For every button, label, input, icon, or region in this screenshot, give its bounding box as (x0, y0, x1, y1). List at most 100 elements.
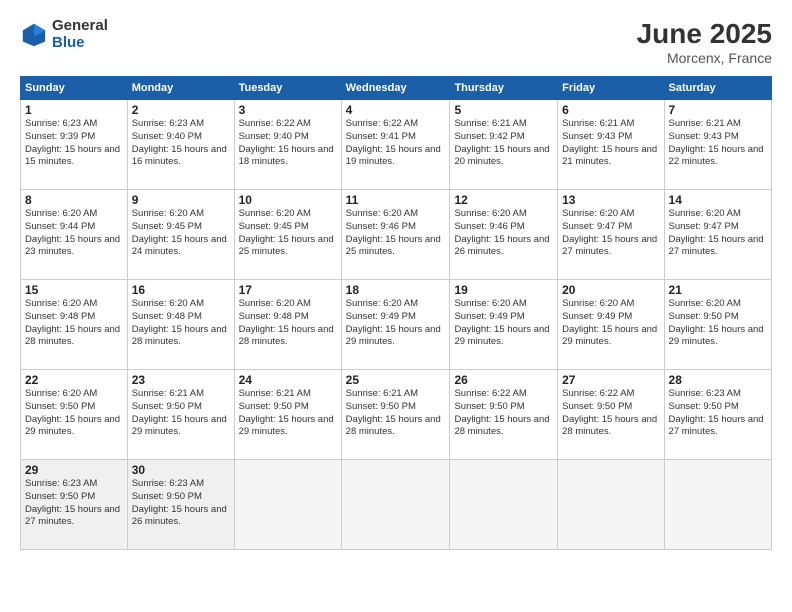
day-number: 29 (25, 463, 123, 477)
day-info: Sunrise: 6:23 AMSunset: 9:39 PMDaylight:… (25, 118, 123, 169)
day-info: Sunrise: 6:21 AMSunset: 9:50 PMDaylight:… (132, 388, 230, 439)
page: General Blue June 2025 Morcenx, France S… (0, 0, 792, 612)
col-thursday: Thursday (450, 77, 558, 100)
table-cell: 17Sunrise: 6:20 AMSunset: 9:48 PMDayligh… (234, 280, 341, 370)
day-number: 13 (562, 193, 659, 207)
day-number: 14 (669, 193, 767, 207)
table-cell: 18Sunrise: 6:20 AMSunset: 9:49 PMDayligh… (341, 280, 450, 370)
day-number: 26 (454, 373, 553, 387)
title-location: Morcenx, France (637, 50, 772, 66)
day-info: Sunrise: 6:22 AMSunset: 9:50 PMDaylight:… (454, 388, 553, 439)
table-row: 22Sunrise: 6:20 AMSunset: 9:50 PMDayligh… (21, 370, 772, 460)
table-cell: 19Sunrise: 6:20 AMSunset: 9:49 PMDayligh… (450, 280, 558, 370)
day-info: Sunrise: 6:22 AMSunset: 9:50 PMDaylight:… (562, 388, 659, 439)
table-cell: 6Sunrise: 6:21 AMSunset: 9:43 PMDaylight… (558, 100, 664, 190)
day-info: Sunrise: 6:21 AMSunset: 9:43 PMDaylight:… (562, 118, 659, 169)
logo: General Blue (20, 18, 108, 51)
day-info: Sunrise: 6:23 AMSunset: 9:40 PMDaylight:… (132, 118, 230, 169)
day-number: 21 (669, 283, 767, 297)
day-number: 1 (25, 103, 123, 117)
day-number: 9 (132, 193, 230, 207)
col-friday: Friday (558, 77, 664, 100)
table-cell: 2Sunrise: 6:23 AMSunset: 9:40 PMDaylight… (127, 100, 234, 190)
day-info: Sunrise: 6:20 AMSunset: 9:45 PMDaylight:… (132, 208, 230, 259)
day-info: Sunrise: 6:23 AMSunset: 9:50 PMDaylight:… (669, 388, 767, 439)
table-cell (558, 460, 664, 550)
day-number: 16 (132, 283, 230, 297)
logo-general: General (52, 18, 108, 35)
table-cell: 20Sunrise: 6:20 AMSunset: 9:49 PMDayligh… (558, 280, 664, 370)
day-number: 25 (346, 373, 446, 387)
day-info: Sunrise: 6:20 AMSunset: 9:47 PMDaylight:… (669, 208, 767, 259)
header: General Blue June 2025 Morcenx, France (20, 18, 772, 66)
day-info: Sunrise: 6:20 AMSunset: 9:49 PMDaylight:… (562, 298, 659, 349)
table-cell (664, 460, 771, 550)
day-number: 8 (25, 193, 123, 207)
table-cell: 23Sunrise: 6:21 AMSunset: 9:50 PMDayligh… (127, 370, 234, 460)
title-month: June 2025 (637, 18, 772, 50)
day-number: 24 (239, 373, 337, 387)
table-cell: 11Sunrise: 6:20 AMSunset: 9:46 PMDayligh… (341, 190, 450, 280)
title-block: June 2025 Morcenx, France (637, 18, 772, 66)
table-cell (341, 460, 450, 550)
day-number: 18 (346, 283, 446, 297)
day-number: 11 (346, 193, 446, 207)
day-info: Sunrise: 6:22 AMSunset: 9:41 PMDaylight:… (346, 118, 446, 169)
day-info: Sunrise: 6:20 AMSunset: 9:49 PMDaylight:… (346, 298, 446, 349)
day-info: Sunrise: 6:20 AMSunset: 9:44 PMDaylight:… (25, 208, 123, 259)
day-number: 6 (562, 103, 659, 117)
day-number: 20 (562, 283, 659, 297)
logo-icon (20, 21, 48, 49)
table-cell: 4Sunrise: 6:22 AMSunset: 9:41 PMDaylight… (341, 100, 450, 190)
day-info: Sunrise: 6:21 AMSunset: 9:43 PMDaylight:… (669, 118, 767, 169)
table-row: 8Sunrise: 6:20 AMSunset: 9:44 PMDaylight… (21, 190, 772, 280)
day-info: Sunrise: 6:20 AMSunset: 9:46 PMDaylight:… (454, 208, 553, 259)
day-number: 4 (346, 103, 446, 117)
table-cell: 24Sunrise: 6:21 AMSunset: 9:50 PMDayligh… (234, 370, 341, 460)
day-number: 30 (132, 463, 230, 477)
day-info: Sunrise: 6:20 AMSunset: 9:50 PMDaylight:… (25, 388, 123, 439)
day-info: Sunrise: 6:20 AMSunset: 9:47 PMDaylight:… (562, 208, 659, 259)
day-info: Sunrise: 6:20 AMSunset: 9:50 PMDaylight:… (669, 298, 767, 349)
day-number: 10 (239, 193, 337, 207)
table-cell: 22Sunrise: 6:20 AMSunset: 9:50 PMDayligh… (21, 370, 128, 460)
day-info: Sunrise: 6:20 AMSunset: 9:48 PMDaylight:… (239, 298, 337, 349)
col-wednesday: Wednesday (341, 77, 450, 100)
table-cell: 21Sunrise: 6:20 AMSunset: 9:50 PMDayligh… (664, 280, 771, 370)
day-number: 2 (132, 103, 230, 117)
day-number: 12 (454, 193, 553, 207)
day-number: 28 (669, 373, 767, 387)
table-cell: 14Sunrise: 6:20 AMSunset: 9:47 PMDayligh… (664, 190, 771, 280)
day-info: Sunrise: 6:20 AMSunset: 9:45 PMDaylight:… (239, 208, 337, 259)
calendar-table: Sunday Monday Tuesday Wednesday Thursday… (20, 76, 772, 550)
day-info: Sunrise: 6:21 AMSunset: 9:42 PMDaylight:… (454, 118, 553, 169)
table-cell: 1Sunrise: 6:23 AMSunset: 9:39 PMDaylight… (21, 100, 128, 190)
col-tuesday: Tuesday (234, 77, 341, 100)
day-number: 15 (25, 283, 123, 297)
table-row: 29Sunrise: 6:23 AMSunset: 9:50 PMDayligh… (21, 460, 772, 550)
col-monday: Monday (127, 77, 234, 100)
table-cell: 10Sunrise: 6:20 AMSunset: 9:45 PMDayligh… (234, 190, 341, 280)
table-cell: 8Sunrise: 6:20 AMSunset: 9:44 PMDaylight… (21, 190, 128, 280)
col-sunday: Sunday (21, 77, 128, 100)
day-number: 22 (25, 373, 123, 387)
table-cell: 7Sunrise: 6:21 AMSunset: 9:43 PMDaylight… (664, 100, 771, 190)
day-info: Sunrise: 6:23 AMSunset: 9:50 PMDaylight:… (132, 478, 230, 529)
table-cell: 13Sunrise: 6:20 AMSunset: 9:47 PMDayligh… (558, 190, 664, 280)
day-number: 3 (239, 103, 337, 117)
day-info: Sunrise: 6:22 AMSunset: 9:40 PMDaylight:… (239, 118, 337, 169)
table-cell: 27Sunrise: 6:22 AMSunset: 9:50 PMDayligh… (558, 370, 664, 460)
header-row: Sunday Monday Tuesday Wednesday Thursday… (21, 77, 772, 100)
day-number: 7 (669, 103, 767, 117)
table-cell: 30Sunrise: 6:23 AMSunset: 9:50 PMDayligh… (127, 460, 234, 550)
day-info: Sunrise: 6:20 AMSunset: 9:46 PMDaylight:… (346, 208, 446, 259)
col-saturday: Saturday (664, 77, 771, 100)
day-number: 17 (239, 283, 337, 297)
table-cell: 25Sunrise: 6:21 AMSunset: 9:50 PMDayligh… (341, 370, 450, 460)
logo-blue: Blue (52, 35, 108, 52)
table-cell: 29Sunrise: 6:23 AMSunset: 9:50 PMDayligh… (21, 460, 128, 550)
day-number: 19 (454, 283, 553, 297)
table-row: 1Sunrise: 6:23 AMSunset: 9:39 PMDaylight… (21, 100, 772, 190)
day-info: Sunrise: 6:23 AMSunset: 9:50 PMDaylight:… (25, 478, 123, 529)
day-info: Sunrise: 6:21 AMSunset: 9:50 PMDaylight:… (239, 388, 337, 439)
